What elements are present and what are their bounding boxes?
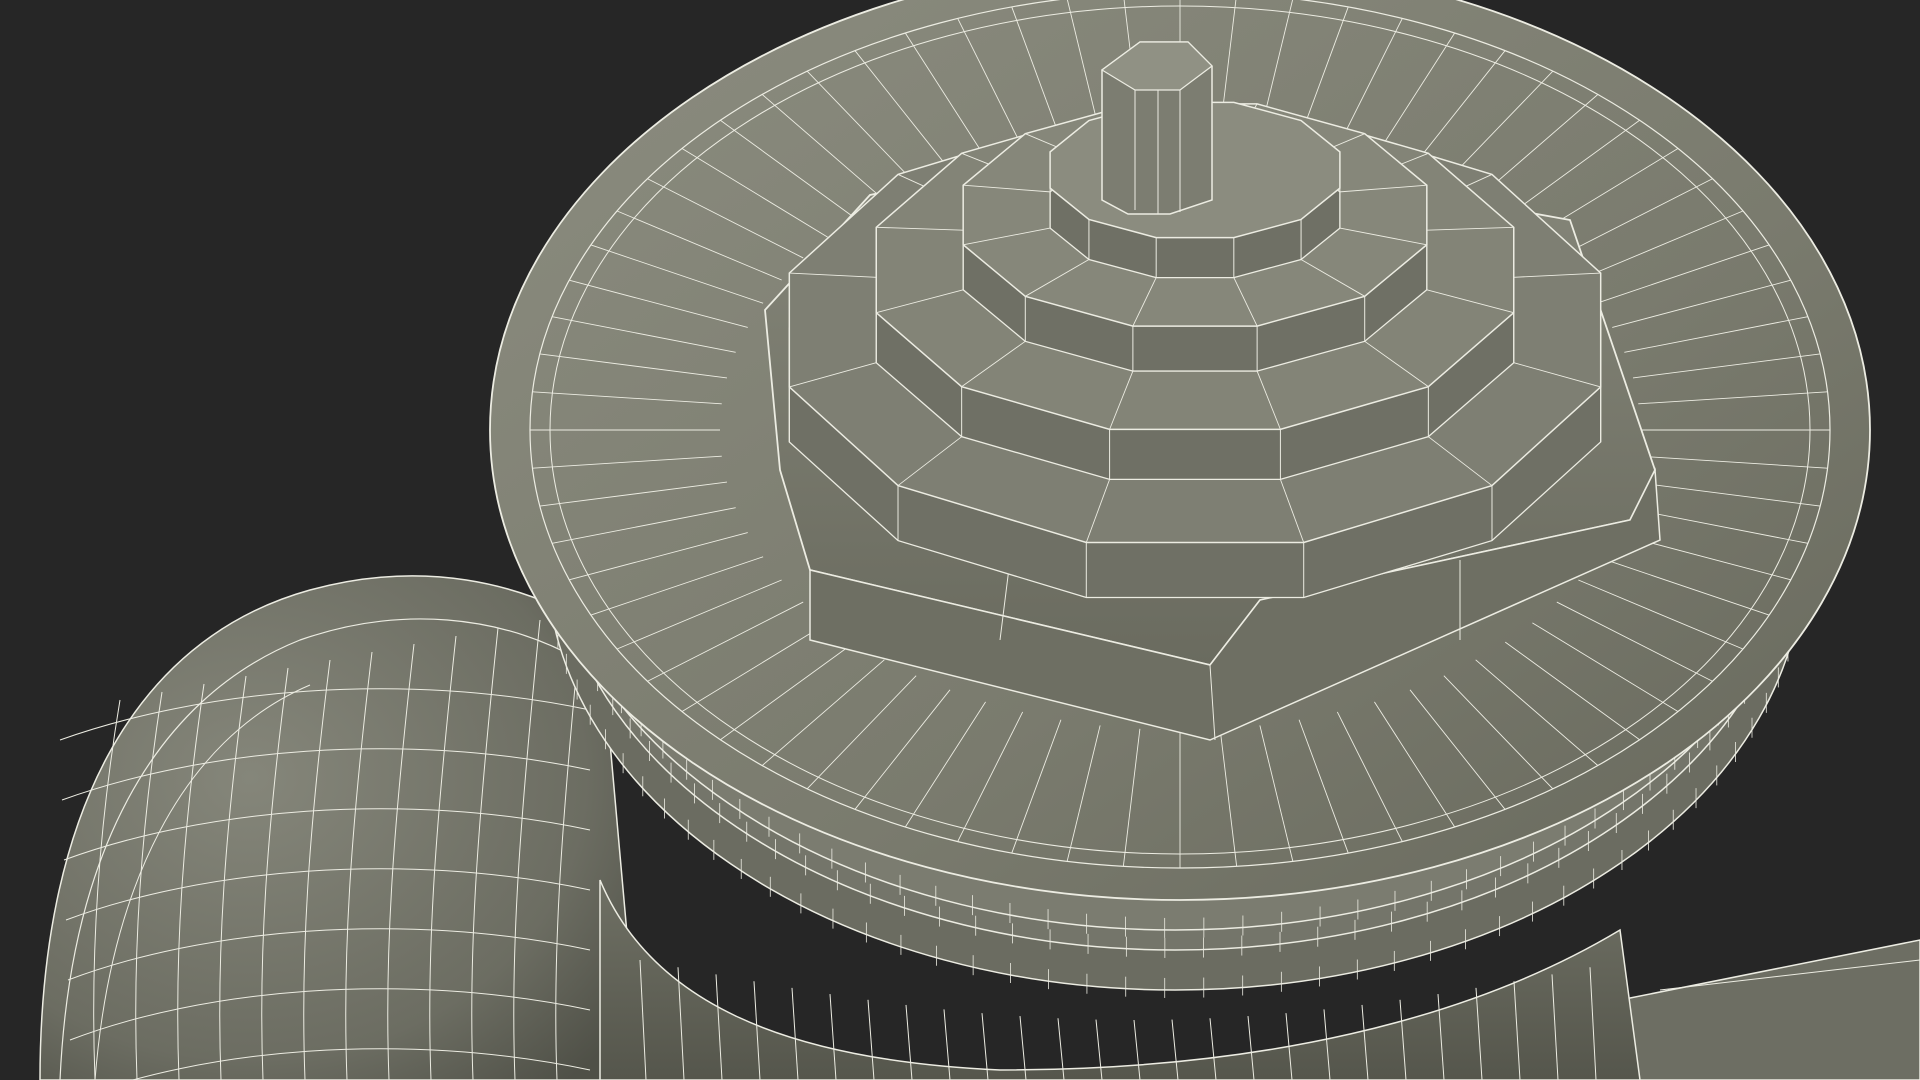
pipe-stub-right (1619, 939, 1920, 1080)
render-viewport (0, 0, 1920, 1080)
wireframe-render (39, 0, 1920, 1080)
valve-stem (1100, 41, 1213, 215)
body-sphere (39, 575, 641, 1080)
